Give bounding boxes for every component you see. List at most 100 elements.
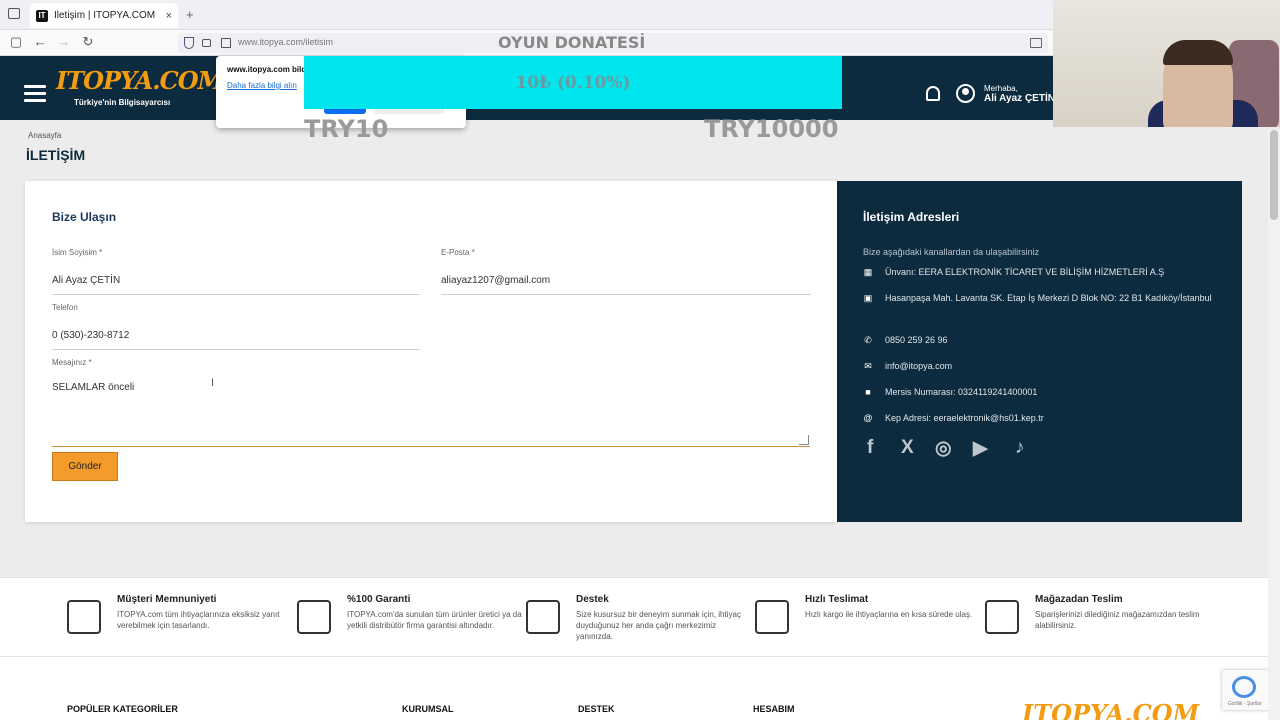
reload-icon[interactable]: ↻ xyxy=(80,34,96,50)
page-info-icon[interactable] xyxy=(221,38,231,48)
webcam-overlay xyxy=(1053,0,1280,127)
phone-text[interactable]: 0850 259 26 96 xyxy=(885,332,948,348)
feature-desc: Size kusursuz bir deneyim sunmak için, i… xyxy=(576,610,741,641)
feature-title: %100 Garanti xyxy=(347,594,411,605)
at-icon: @ xyxy=(863,413,873,423)
feature-desc: Siparişlerinizi dilediğiniz mağazamızdan… xyxy=(1035,610,1200,630)
popup-title: www.itopya.com bild xyxy=(227,65,307,74)
phone-icon: ✆ xyxy=(864,335,872,345)
email-field[interactable]: aliayaz1207@gmail.com xyxy=(441,275,550,286)
map-icon: ▣ xyxy=(863,293,873,303)
sidebar-toggle-icon[interactable]: ▢ xyxy=(8,34,24,50)
instagram-icon[interactable]: ◎ xyxy=(935,437,952,460)
thumbs-up-icon xyxy=(67,600,101,634)
contact-row-email[interactable]: ✉ info@itopya.com xyxy=(863,358,1223,374)
notification-bell-icon[interactable] xyxy=(926,86,940,101)
forward-icon[interactable]: → xyxy=(56,34,72,49)
contact-form-card: Bize Ulaşın İsim Soyisim * Ali Ayaz ÇETİ… xyxy=(25,181,837,522)
donation-value: 10₺ (0.10%) xyxy=(515,72,631,93)
email-label: E-Posta * xyxy=(441,248,475,257)
feature-desc: ITOPYA.com tüm ihtiyaçlarınıza eksiksiz … xyxy=(117,610,280,630)
site-footer: POPÜLER KATEGORİLER KURUMSAL DESTEK HESA… xyxy=(0,657,1280,720)
footer-heading-support[interactable]: DESTEK xyxy=(578,704,615,714)
certificate-icon xyxy=(297,600,331,634)
url-text[interactable]: www.itopya.com/iletisim xyxy=(238,37,333,47)
contact-subtitle: Bize aşağıdaki kanallardan da ulaşabilir… xyxy=(863,247,1040,257)
recaptcha-text[interactable]: Gizlilik - Şartlar xyxy=(1228,701,1262,707)
contact-row-kep: @ Kep Adresi: eeraelektronik@hs01.kep.tr xyxy=(863,410,1223,426)
user-name[interactable]: Ali Ayaz ÇETİN xyxy=(984,93,1055,104)
user-icon[interactable] xyxy=(956,84,975,103)
page-title: İLETİŞİM xyxy=(26,147,86,163)
donation-title: OYUN DONATESİ xyxy=(498,33,646,52)
contact-row-mersis: ■ Mersis Numarası: 0324119241400001 xyxy=(863,384,1223,400)
briefcase-icon: ■ xyxy=(865,387,871,397)
recaptcha-icon xyxy=(1232,676,1256,698)
scrollbar-thumb[interactable] xyxy=(1270,130,1278,220)
donation-min-label: TRY10 xyxy=(304,115,389,143)
name-underline xyxy=(52,294,420,295)
company-text: Ünvanı: EERA ELEKTRONİK TİCARET VE BİLİŞ… xyxy=(885,267,1165,277)
feature-desc: Hızlı kargo ile ihtiyaçlarına en kısa sü… xyxy=(805,610,973,619)
tab-list-icon[interactable] xyxy=(8,8,20,19)
resize-handle-icon[interactable] xyxy=(799,435,809,445)
greeting-text: Merhaba, xyxy=(984,84,1018,93)
contact-row-address: ▣ Hasanpaşa Mah. Lavanta SK. Etap İş Mer… xyxy=(863,290,1223,306)
features-band: Müşteri Memnuniyeti ITOPYA.com tüm ihtiy… xyxy=(0,577,1280,657)
menu-icon[interactable] xyxy=(24,85,46,106)
site-logo[interactable]: ITOPYA.COM xyxy=(56,68,224,94)
close-tab-icon[interactable]: × xyxy=(166,10,172,22)
youtube-icon[interactable]: ▶ xyxy=(973,437,988,460)
browser-tab[interactable]: IT İletişim | ITOPYA.COM × xyxy=(30,3,178,28)
feature-desc: ITOPYA.com'da sunulan tüm ürünler üretic… xyxy=(347,610,522,630)
truck-icon xyxy=(755,600,789,634)
tiktok-icon[interactable]: ♪ xyxy=(1015,437,1025,459)
message-underline xyxy=(52,446,810,447)
contact-row-phone[interactable]: ✆ 0850 259 26 96 xyxy=(863,332,1223,348)
footer-logo[interactable]: ITOPYA.COM xyxy=(1022,699,1199,720)
popup-learn-more-link[interactable]: Daha fazla bilgi alın xyxy=(227,81,297,90)
x-twitter-icon[interactable]: X xyxy=(901,437,914,459)
submit-button[interactable]: Gönder xyxy=(52,452,118,481)
site-tagline: Türkiye'nin Bilgisayarcısı xyxy=(74,98,171,107)
breadcrumb[interactable]: Anasayfa xyxy=(28,131,61,140)
building-icon: ▦ xyxy=(863,267,873,277)
footer-heading-popular[interactable]: POPÜLER KATEGORİLER xyxy=(67,704,178,714)
footer-heading-account[interactable]: HESABIM xyxy=(753,704,795,714)
phone-underline xyxy=(52,349,420,350)
phone-label: Telefon xyxy=(52,303,78,312)
shield-icon[interactable] xyxy=(184,37,194,49)
feature-title: Hızlı Teslimat xyxy=(805,594,869,605)
reader-view-icon[interactable] xyxy=(1030,38,1042,48)
form-title: Bize Ulaşın xyxy=(52,210,117,224)
contact-addresses-panel: İletişim Adresleri Bize aşağıdaki kanall… xyxy=(837,181,1242,522)
footer-heading-corporate[interactable]: KURUMSAL xyxy=(402,704,454,714)
message-textarea[interactable]: SELAMLAR önceli xyxy=(52,382,134,393)
facebook-icon[interactable]: f xyxy=(867,437,873,459)
feature-title: Mağazadan Teslim xyxy=(1035,594,1123,605)
envelope-icon: ✉ xyxy=(864,361,872,371)
webcam-hair xyxy=(1163,40,1233,65)
mersis-text: Mersis Numarası: 0324119241400001 xyxy=(885,387,1038,397)
page-scrollbar[interactable] xyxy=(1268,130,1280,720)
tab-title: İletişim | ITOPYA.COM xyxy=(54,10,156,21)
donation-max-label: TRY10000 xyxy=(704,115,839,143)
contact-row-company: ▦ Ünvanı: EERA ELEKTRONİK TİCARET VE BİL… xyxy=(863,264,1223,280)
new-tab-button[interactable]: + xyxy=(186,7,194,22)
support-icon xyxy=(526,600,560,634)
favicon-icon: IT xyxy=(36,9,48,22)
email-underline xyxy=(441,294,811,295)
feature-title: Müşteri Memnuniyeti xyxy=(117,594,217,605)
message-label: Mesajınız * xyxy=(52,358,92,367)
name-field[interactable]: Ali Ayaz ÇETİN xyxy=(52,275,120,286)
address-text: Hasanpaşa Mah. Lavanta SK. Etap İş Merke… xyxy=(885,293,1212,303)
kep-text: Kep Adresi: eeraelektronik@hs01.kep.tr xyxy=(885,413,1044,423)
back-icon[interactable]: ← xyxy=(32,34,48,49)
donation-progress-bar: 10₺ (0.10%) xyxy=(304,56,842,109)
contact-title: İletişim Adresleri xyxy=(863,210,960,224)
phone-field[interactable]: 0 (530)-230-8712 xyxy=(52,330,129,341)
email-text[interactable]: info@itopya.com xyxy=(885,358,952,374)
text-cursor-icon: I xyxy=(211,377,215,389)
lock-icon[interactable] xyxy=(202,39,211,47)
feature-title: Destek xyxy=(576,594,609,605)
